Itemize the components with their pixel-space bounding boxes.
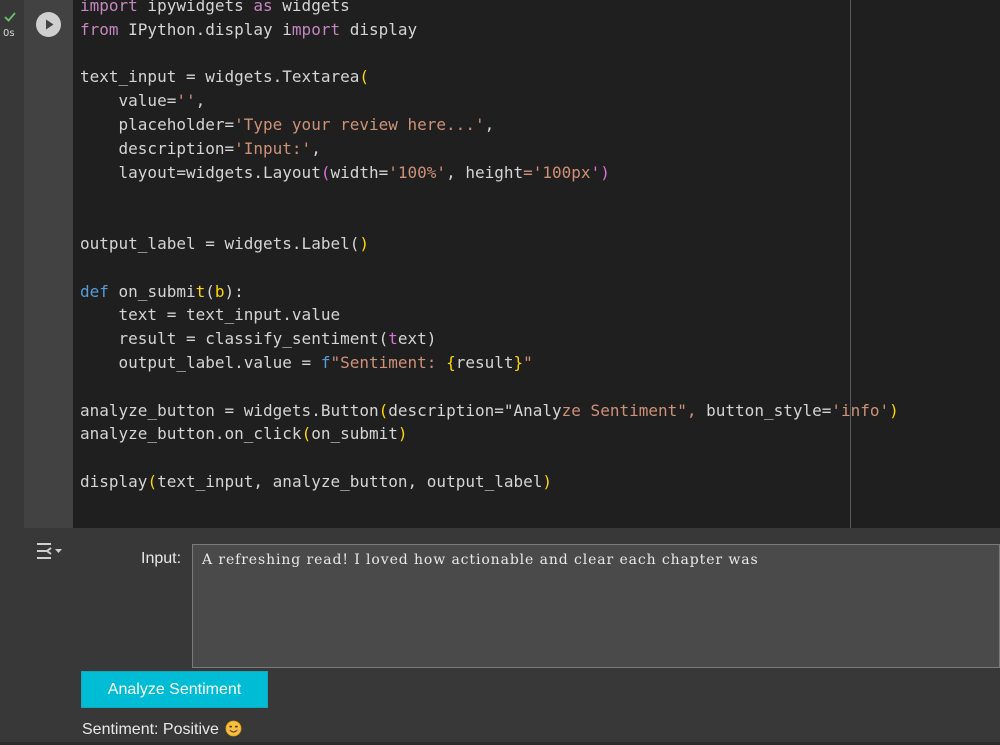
check-icon (4, 12, 16, 22)
code-editor[interactable]: import ipywidgets as widgets from IPytho… (73, 0, 1000, 528)
code-line: output_label.value = f"Sentiment: {resul… (80, 352, 533, 372)
sentiment-label: Sentiment: Positive (82, 720, 242, 739)
code-line: text_input = widgets.Textarea( (80, 67, 369, 87)
sentiment-text: Sentiment: Positive (82, 721, 219, 738)
textarea-label: Input: (141, 550, 182, 567)
code-line: analyze_button.on_click(on_submit) (80, 424, 408, 444)
code-line: output_label = widgets.Label() (80, 233, 369, 253)
code-line: value='', (80, 91, 206, 111)
output-options-icon[interactable] (35, 539, 63, 563)
code-line: from IPython.display import display (80, 19, 418, 39)
code-line: placeholder='Type your review here...', (80, 114, 495, 134)
cell-run-strip (24, 0, 73, 528)
analyze-sentiment-button[interactable]: Analyze Sentiment (81, 671, 268, 708)
cell-output: Input: A refreshing read! I loved how ac… (24, 528, 1000, 745)
run-cell-button[interactable] (36, 12, 61, 37)
code-line: display(text_input, analyze_button, outp… (80, 471, 553, 491)
code-line: text = text_input.value (80, 305, 341, 325)
smiling-face-icon (225, 720, 242, 737)
cell-gutter: 0s (0, 0, 24, 745)
code-line: def on_submit(b): (80, 281, 244, 301)
code-line: description='Input:', (80, 138, 321, 158)
code-line: layout=widgets.Layout(width='100%', heig… (80, 162, 610, 182)
code-line: analyze_button = widgets.Button(descript… (80, 400, 899, 420)
play-icon (46, 19, 54, 30)
review-textarea[interactable]: A refreshing read! I loved how actionabl… (192, 544, 1000, 668)
code-line: result = classify_sentiment(text) (80, 329, 437, 349)
code-line: import ipywidgets as widgets (80, 0, 350, 15)
execution-time: 0s (3, 28, 15, 39)
code-text: import ipywidgets as widgets from IPytho… (80, 0, 899, 494)
